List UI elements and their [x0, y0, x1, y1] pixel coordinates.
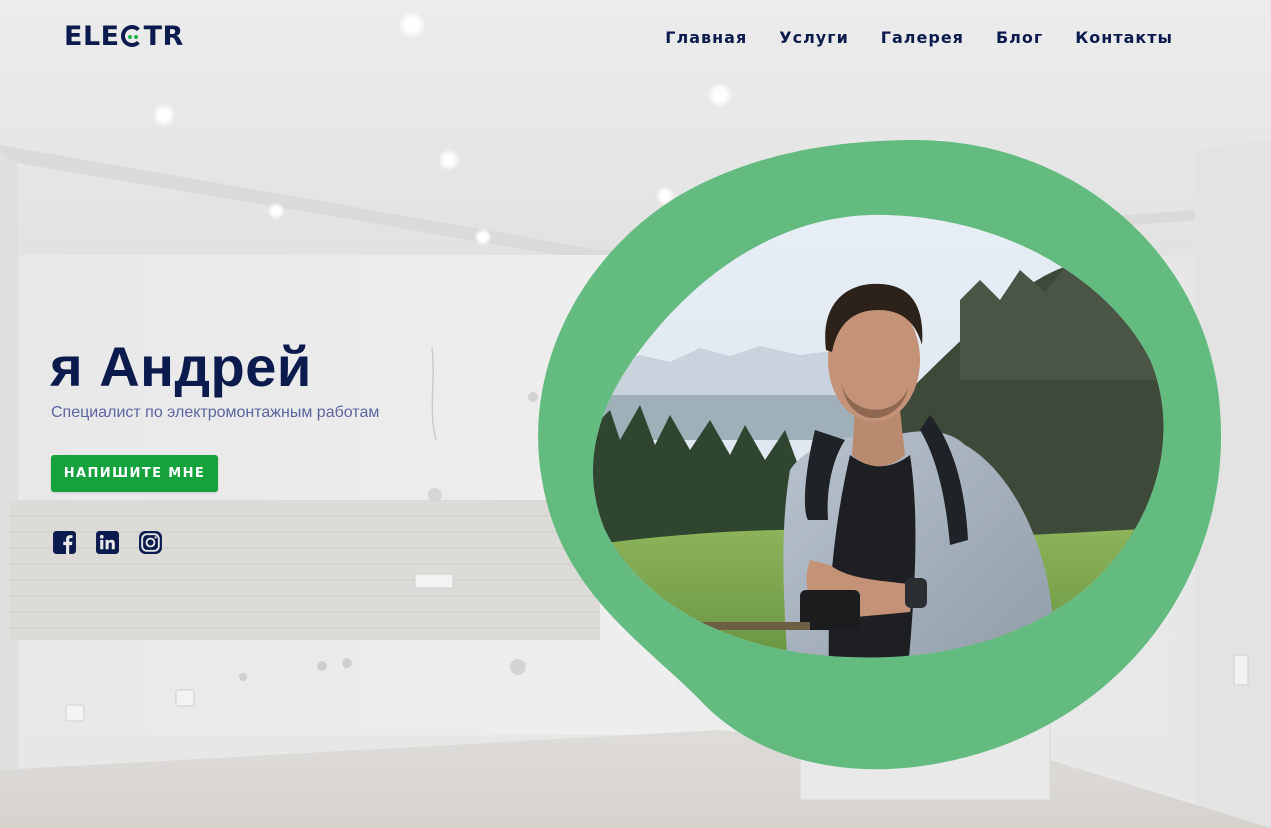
site-logo[interactable]: ELE TR	[64, 19, 184, 53]
facebook-icon[interactable]	[52, 530, 77, 555]
main-nav: Главная Услуги Галерея Блог Контакты	[633, 27, 1173, 49]
instagram-icon[interactable]	[138, 530, 163, 555]
nav-item-contacts[interactable]: Контакты	[1075, 27, 1173, 49]
nav-item-blog[interactable]: Блог	[996, 27, 1043, 49]
logo-text-prefix: ELE	[64, 20, 120, 52]
social-links	[52, 530, 163, 555]
logo-c-mark-icon	[120, 25, 143, 47]
hero-title: я Андрей	[50, 335, 312, 398]
hero-subtitle: Специалист по электромонтажным работам	[51, 404, 380, 421]
logo-text-suffix: TR	[143, 20, 184, 52]
nav-item-home[interactable]: Главная	[665, 27, 747, 49]
linkedin-icon[interactable]	[95, 530, 120, 555]
nav-item-gallery[interactable]: Галерея	[881, 27, 964, 49]
contact-me-button[interactable]: НАПИШИТЕ МНЕ	[51, 455, 218, 492]
page: ELE TR Главная Услуги Галерея Блог Конта…	[0, 0, 1271, 828]
nav-item-services[interactable]: Услуги	[779, 27, 849, 49]
